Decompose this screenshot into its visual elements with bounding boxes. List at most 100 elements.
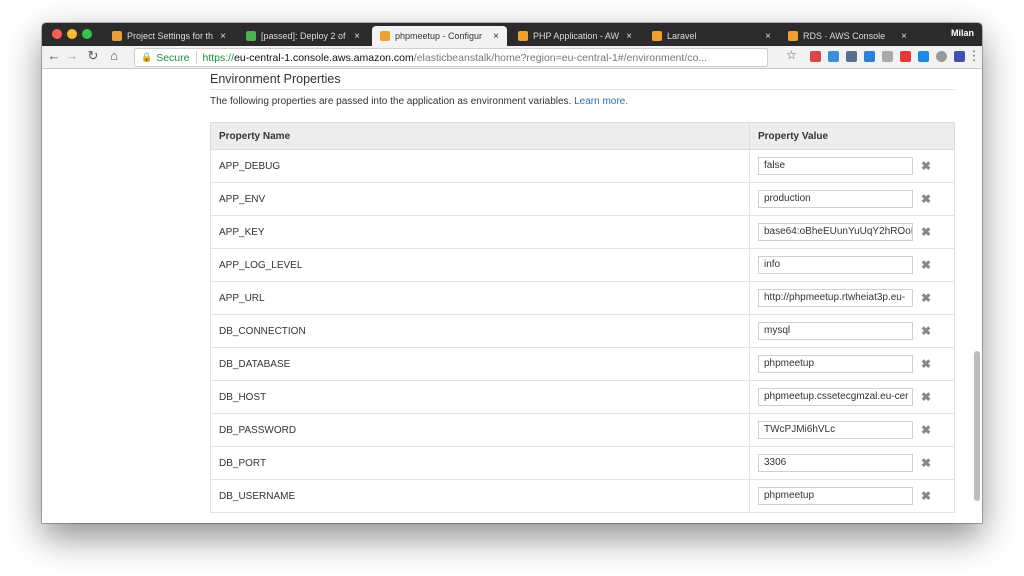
property-value-cell: production ✖: [749, 182, 955, 216]
bookmark-star-icon[interactable]: ☆: [786, 48, 797, 62]
extension-icon[interactable]: [918, 51, 929, 62]
tab-title: Project Settings for th: [127, 31, 214, 41]
table-row: DB_PASSWORD TWcPJMi6hVLc ✖: [210, 413, 955, 447]
tab-title: RDS · AWS Console: [803, 31, 886, 41]
property-name: DB_CONNECTION: [210, 314, 750, 348]
table-row: APP_KEY base64:oBheEUunYuUqY2hROoI ✖: [210, 215, 955, 249]
tab-php-application[interactable]: PHP Application - AW ×: [510, 26, 640, 46]
remove-property-icon[interactable]: ✖: [921, 489, 931, 503]
property-value-input[interactable]: mysql: [758, 322, 913, 340]
remove-property-icon[interactable]: ✖: [921, 390, 931, 404]
remove-property-icon[interactable]: ✖: [921, 324, 931, 338]
mail-extension-icon[interactable]: [846, 51, 857, 62]
close-tab-icon[interactable]: ×: [899, 31, 909, 42]
tab-title: [passed]: Deploy 2 of: [261, 31, 346, 41]
property-name: DB_USERNAME: [210, 479, 750, 513]
extension-icon[interactable]: [936, 51, 947, 62]
home-icon[interactable]: ⌂: [106, 48, 122, 64]
url-path: /elasticbeanstalk/home?region=eu-central…: [413, 51, 708, 64]
remove-property-icon[interactable]: ✖: [921, 423, 931, 437]
tab-title: PHP Application - AW: [533, 31, 620, 41]
property-value-cell: false ✖: [749, 149, 955, 183]
extension-icon[interactable]: [882, 51, 893, 62]
extension-icon[interactable]: [900, 51, 911, 62]
profile-name[interactable]: Milan: [951, 28, 974, 38]
remove-property-icon[interactable]: ✖: [921, 225, 931, 239]
tab-project-settings[interactable]: Project Settings for th ×: [104, 26, 234, 46]
property-value-input[interactable]: phpmeetup: [758, 487, 913, 505]
extension-icon[interactable]: [954, 51, 965, 62]
tab-favicon-icon: [380, 31, 390, 41]
close-tab-icon[interactable]: ×: [352, 31, 362, 42]
address-separator: [195, 51, 197, 64]
title-divider: [210, 89, 955, 90]
remove-property-icon[interactable]: ✖: [921, 456, 931, 470]
section-description: The following properties are passed into…: [210, 96, 628, 107]
close-tab-icon[interactable]: ×: [491, 31, 501, 42]
tab-favicon-icon: [518, 31, 528, 41]
table-header-row: Property Name Property Value: [210, 122, 955, 150]
remove-property-icon[interactable]: ✖: [921, 357, 931, 371]
property-name: DB_HOST: [210, 380, 750, 414]
property-value-input[interactable]: false: [758, 157, 913, 175]
tab-favicon-icon: [112, 31, 122, 41]
property-value-cell: phpmeetup ✖: [749, 347, 955, 381]
property-value-cell: info ✖: [749, 248, 955, 282]
extension-icon[interactable]: [810, 51, 821, 62]
table-row: DB_PORT 3306 ✖: [210, 446, 955, 480]
tab-laravel[interactable]: Laravel ×: [644, 26, 779, 46]
property-value-cell: phpmeetup.cssetecgmzal.eu-cer ✖: [749, 380, 955, 414]
tab-rds-console[interactable]: RDS · AWS Console ×: [780, 26, 915, 46]
table-row: APP_LOG_LEVEL info ✖: [210, 248, 955, 282]
close-window-button[interactable]: [52, 29, 62, 39]
close-tab-icon[interactable]: ×: [624, 31, 634, 42]
learn-more-link[interactable]: Learn more.: [574, 96, 628, 107]
property-value-input[interactable]: base64:oBheEUunYuUqY2hROoI: [758, 223, 913, 241]
url-scheme: https://: [202, 51, 235, 64]
maximize-window-button[interactable]: [82, 29, 92, 39]
property-value-input[interactable]: production: [758, 190, 913, 208]
property-value-cell: mysql ✖: [749, 314, 955, 348]
remove-property-icon[interactable]: ✖: [921, 192, 931, 206]
extension-icon[interactable]: [864, 51, 875, 62]
remove-property-icon[interactable]: ✖: [921, 258, 931, 272]
tab-favicon-icon: [652, 31, 662, 41]
forward-arrow-icon[interactable]: →: [64, 48, 80, 64]
property-value-input[interactable]: TWcPJMi6hVLc: [758, 421, 913, 439]
table-row: APP_URL http://phpmeetup.rtwheiat3p.eu- ✖: [210, 281, 955, 315]
property-name: APP_DEBUG: [210, 149, 750, 183]
close-tab-icon[interactable]: ×: [763, 31, 773, 42]
remove-property-icon[interactable]: ✖: [921, 291, 931, 305]
menu-dots-icon[interactable]: ⋮: [966, 48, 982, 64]
environment-properties-table: Property Name Property Value APP_DEBUG fa…: [210, 122, 955, 513]
remove-property-icon[interactable]: ✖: [921, 159, 931, 173]
table-row: DB_HOST phpmeetup.cssetecgmzal.eu-cer ✖: [210, 380, 955, 414]
property-value-input[interactable]: phpmeetup.cssetecgmzal.eu-cer: [758, 388, 913, 406]
property-value-input[interactable]: phpmeetup: [758, 355, 913, 373]
reload-icon[interactable]: ↻: [85, 48, 101, 64]
property-value-cell: phpmeetup ✖: [749, 479, 955, 513]
minimize-window-button[interactable]: [67, 29, 77, 39]
lock-icon: 🔒: [141, 52, 153, 62]
tab-deploy[interactable]: [passed]: Deploy 2 of ×: [238, 26, 368, 46]
page-title: Environment Properties: [210, 72, 341, 86]
property-value-input[interactable]: http://phpmeetup.rtwheiat3p.eu-: [758, 289, 913, 307]
table-row: APP_DEBUG false ✖: [210, 149, 955, 183]
property-name: APP_KEY: [210, 215, 750, 249]
tab-title: phpmeetup - Configur: [395, 31, 483, 41]
extension-icon[interactable]: [828, 51, 839, 62]
table-row: DB_DATABASE phpmeetup ✖: [210, 347, 955, 381]
property-name: DB_PASSWORD: [210, 413, 750, 447]
tab-favicon-icon: [246, 31, 256, 41]
scrollbar-thumb[interactable]: [974, 351, 980, 501]
property-value-cell: http://phpmeetup.rtwheiat3p.eu- ✖: [749, 281, 955, 315]
tab-title: Laravel: [667, 31, 697, 41]
property-value-input[interactable]: 3306: [758, 454, 913, 472]
tab-phpmeetup-configuration[interactable]: phpmeetup - Configur ×: [372, 26, 507, 46]
address-bar[interactable]: 🔒 Secure https://eu-central-1.console.aw…: [134, 48, 768, 67]
property-value-input[interactable]: info: [758, 256, 913, 274]
property-name: APP_LOG_LEVEL: [210, 248, 750, 282]
property-name: APP_URL: [210, 281, 750, 315]
close-tab-icon[interactable]: ×: [218, 31, 228, 42]
back-arrow-icon[interactable]: ←: [46, 48, 62, 64]
